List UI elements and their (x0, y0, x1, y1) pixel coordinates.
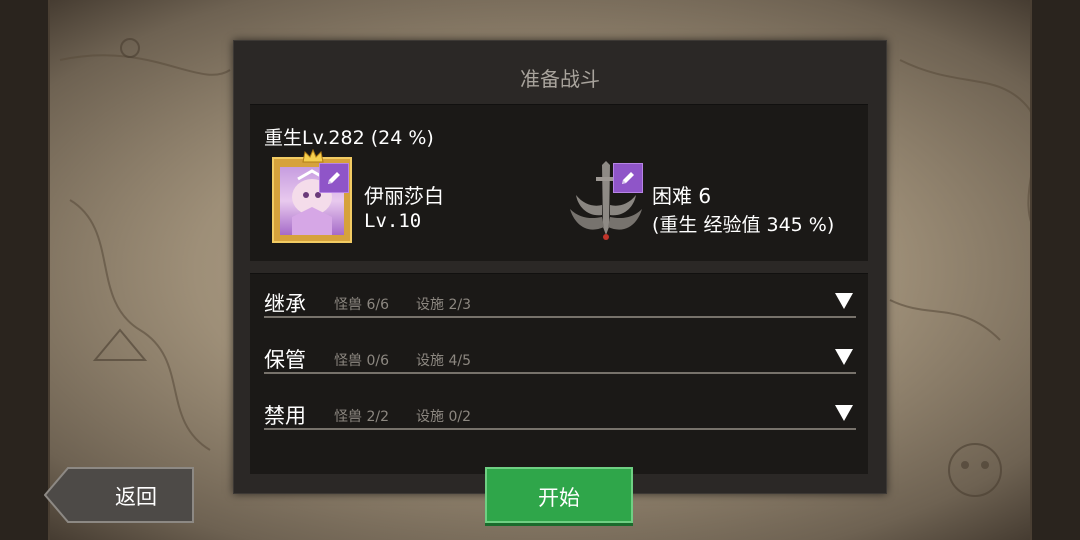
storage-row[interactable]: 保管 怪兽 0/6 设施 4/5 (264, 330, 856, 374)
prepare-battle-dialog: 准备战斗 重生Lv.282 (24 %) 伊丽莎白 Lv.10 困难 6 (重生… (233, 40, 887, 494)
map-edge-left (0, 0, 50, 540)
rebirth-level: 重生Lv.282 (24 %) (264, 127, 434, 149)
map-edge-right (1030, 0, 1080, 540)
triangle-down-icon[interactable] (834, 348, 854, 366)
hero-name: 伊丽莎白 (364, 184, 444, 208)
edit-hero-button[interactable] (319, 163, 349, 193)
triangle-down-icon[interactable] (834, 404, 854, 422)
pencil-icon (622, 172, 634, 184)
storage-title: 保管 (264, 348, 306, 372)
inherit-monsters: 怪兽 6/6 (334, 297, 389, 313)
pencil-icon (328, 172, 340, 184)
storage-facilities: 设施 4/5 (416, 353, 471, 369)
inherit-facilities: 设施 2/3 (416, 297, 471, 313)
start-label: 开始 (538, 486, 580, 510)
inherit-row[interactable]: 继承 怪兽 6/6 设施 2/3 (264, 274, 856, 318)
banned-title: 禁用 (264, 404, 306, 428)
party-panel: 重生Lv.282 (24 %) 伊丽莎白 Lv.10 困难 6 (重生 经验值 … (250, 104, 868, 261)
banned-monsters: 怪兽 2/2 (334, 409, 389, 425)
triangle-down-icon[interactable] (834, 292, 854, 310)
banned-facilities: 设施 0/2 (416, 409, 471, 425)
back-button[interactable]: 返回 (44, 467, 194, 523)
options-panel: 继承 怪兽 6/6 设施 2/3 保管 怪兽 0/6 设施 4/5 禁用 怪兽 … (250, 273, 868, 474)
inherit-title: 继承 (264, 292, 306, 316)
crown-icon (302, 149, 324, 163)
storage-monsters: 怪兽 0/6 (334, 353, 389, 369)
hero-level: Lv.10 (364, 210, 422, 232)
start-button[interactable]: 开始 (485, 467, 633, 523)
difficulty-bonus: (重生 经验值 345 %) (652, 214, 835, 236)
back-label: 返回 (115, 485, 157, 509)
difficulty-label: 困难 6 (652, 184, 712, 208)
banned-row[interactable]: 禁用 怪兽 2/2 设施 0/2 (264, 386, 856, 430)
edit-difficulty-button[interactable] (613, 163, 643, 193)
dialog-title: 准备战斗 (520, 67, 600, 91)
